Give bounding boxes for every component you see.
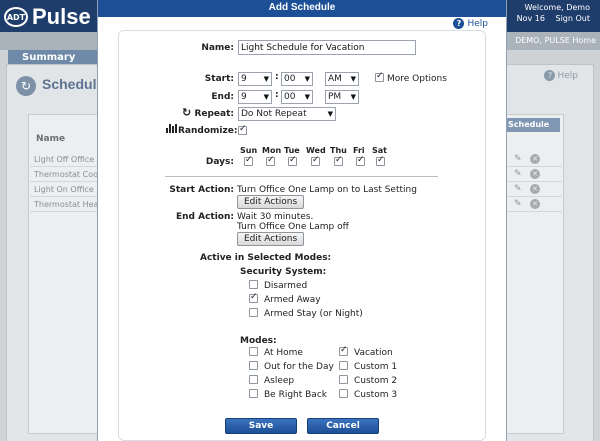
date-text: Nov 16: [516, 14, 545, 23]
chevron-down-icon: ▼: [304, 93, 310, 101]
active-modes-label: Active in Selected Modes:: [200, 253, 332, 263]
help-icon: ?: [544, 70, 556, 81]
out-for-the-day-label: Out for the Day: [264, 362, 334, 372]
day-checkbox-fri[interactable]: [356, 155, 365, 166]
delete-icon[interactable]: ✕: [530, 154, 540, 164]
armed-stay-label: Armed Stay (or Night): [264, 309, 363, 319]
day-checkbox-thu[interactable]: [334, 155, 343, 166]
be-right-back-label: Be Right Back: [264, 390, 327, 400]
help-icon: ?: [453, 18, 465, 29]
custom-2-label: Custom 2: [354, 376, 398, 386]
security-system-label: Security System:: [240, 267, 327, 277]
day-label-mon: Mon: [262, 146, 282, 155]
chevron-down-icon: ▼: [263, 93, 269, 101]
custom-3-checkbox[interactable]: [339, 389, 348, 398]
end-action-label: End Action:: [175, 212, 234, 222]
armed-stay-checkbox[interactable]: [249, 308, 258, 317]
more-options-checkbox[interactable]: [375, 71, 384, 82]
day-checkbox-tue[interactable]: [288, 155, 297, 166]
day-checkbox-sat[interactable]: [376, 155, 385, 166]
account-name: DEMO, PULSE Home: [515, 36, 596, 45]
start-action-text: Turn Office One Lamp on to Last Setting: [237, 185, 417, 195]
edit-start-actions-button[interactable]: Edit Actions: [237, 195, 305, 209]
repeat-select[interactable]: Do Not Repeat ▼: [238, 107, 336, 121]
save-button[interactable]: Save: [225, 418, 297, 434]
day-label-thu: Thu: [330, 146, 347, 155]
schedule-icon: ↻: [16, 76, 36, 96]
asleep-label: Asleep: [264, 376, 295, 386]
asleep-checkbox[interactable]: [249, 375, 258, 384]
welcome-area: Welcome, Demo Nov 16 Sign Out: [509, 2, 590, 24]
page-title: Schedule: [42, 76, 105, 92]
start-minute-select[interactable]: 00 ▼: [281, 72, 313, 86]
chevron-down-icon: ▼: [263, 75, 269, 83]
armed-away-checkbox[interactable]: [249, 292, 258, 303]
name-column-header: Name: [36, 134, 66, 144]
pencil-icon[interactable]: ✎: [514, 199, 524, 209]
out-for-the-day-checkbox[interactable]: [249, 361, 258, 370]
pencil-icon[interactable]: ✎: [514, 169, 524, 179]
modes-label: Modes:: [240, 336, 277, 346]
welcome-text: Welcome, Demo: [524, 3, 590, 12]
day-label-tue: Tue: [284, 146, 300, 155]
custom-1-checkbox[interactable]: [339, 361, 348, 370]
end-label: End:: [211, 92, 234, 102]
name-label: Name:: [201, 43, 234, 53]
custom-2-checkbox[interactable]: [339, 375, 348, 384]
chevron-down-icon: ▼: [304, 75, 310, 83]
custom-1-label: Custom 1: [354, 362, 398, 372]
custom-3-label: Custom 3: [354, 390, 398, 400]
end-ampm-select[interactable]: PM ▼: [325, 90, 359, 104]
randomize-label: Randomize:: [178, 126, 238, 136]
end-action-text-line2: Turn Office One Lamp off: [237, 222, 349, 232]
cancel-button[interactable]: Cancel: [307, 418, 379, 434]
randomize-checkbox[interactable]: [238, 124, 247, 135]
more-options-label: More Options: [387, 74, 447, 84]
start-hour-select[interactable]: 9 ▼: [238, 72, 272, 86]
disarmed-checkbox[interactable]: [249, 280, 258, 289]
vacation-label: Vacation: [354, 348, 393, 358]
pencil-icon[interactable]: ✎: [514, 184, 524, 194]
day-checkbox-mon[interactable]: [266, 155, 275, 166]
chevron-down-icon: ▼: [350, 75, 356, 83]
dialog-title: Add Schedule: [98, 0, 506, 17]
day-checkbox-wed[interactable]: [311, 155, 320, 166]
start-action-label: Start Action:: [169, 185, 234, 195]
chevron-down-icon: ▼: [327, 110, 333, 118]
at-home-label: At Home: [264, 348, 303, 358]
be-right-back-checkbox[interactable]: [249, 389, 258, 398]
day-label-sat: Sat: [372, 146, 387, 155]
day-label-sun: Sun: [240, 146, 258, 155]
pulse-logo-text: Pulse: [32, 4, 91, 29]
armed-away-label: Armed Away: [264, 295, 321, 305]
days-label: Days:: [205, 157, 234, 167]
pencil-icon[interactable]: ✎: [514, 154, 524, 164]
randomize-icon: [166, 124, 177, 133]
disarmed-label: Disarmed: [264, 281, 308, 291]
vacation-checkbox[interactable]: [339, 345, 348, 356]
start-ampm-select[interactable]: AM ▼: [325, 72, 359, 86]
end-hour-select[interactable]: 9 ▼: [238, 90, 272, 104]
repeat-label: Repeat:: [194, 109, 234, 119]
end-action-text-line1: Wait 30 minutes.: [237, 212, 314, 222]
at-home-checkbox[interactable]: [249, 347, 258, 356]
adt-logo-badge: ADT: [4, 7, 28, 27]
edit-end-actions-button[interactable]: Edit Actions: [237, 232, 305, 246]
chevron-down-icon: ▼: [350, 93, 356, 101]
delete-icon[interactable]: ✕: [530, 169, 540, 179]
dialog-help-link[interactable]: ? Help: [453, 18, 488, 29]
delete-icon[interactable]: ✕: [530, 184, 540, 194]
day-label-fri: Fri: [353, 146, 365, 155]
adt-pulse-logo: ADT Pulse: [4, 4, 91, 29]
day-label-wed: Wed: [306, 146, 326, 155]
delete-icon[interactable]: ✕: [530, 199, 540, 209]
day-checkbox-sun[interactable]: [244, 155, 253, 166]
background-help-link[interactable]: ? Help: [544, 70, 578, 81]
end-minute-select[interactable]: 00 ▼: [281, 90, 313, 104]
schedule-name-input[interactable]: [238, 40, 416, 55]
list-header: Schedule: [500, 118, 560, 132]
start-label: Start:: [204, 74, 234, 84]
section-divider: [165, 176, 438, 177]
sign-out-link[interactable]: Sign Out: [556, 14, 591, 23]
